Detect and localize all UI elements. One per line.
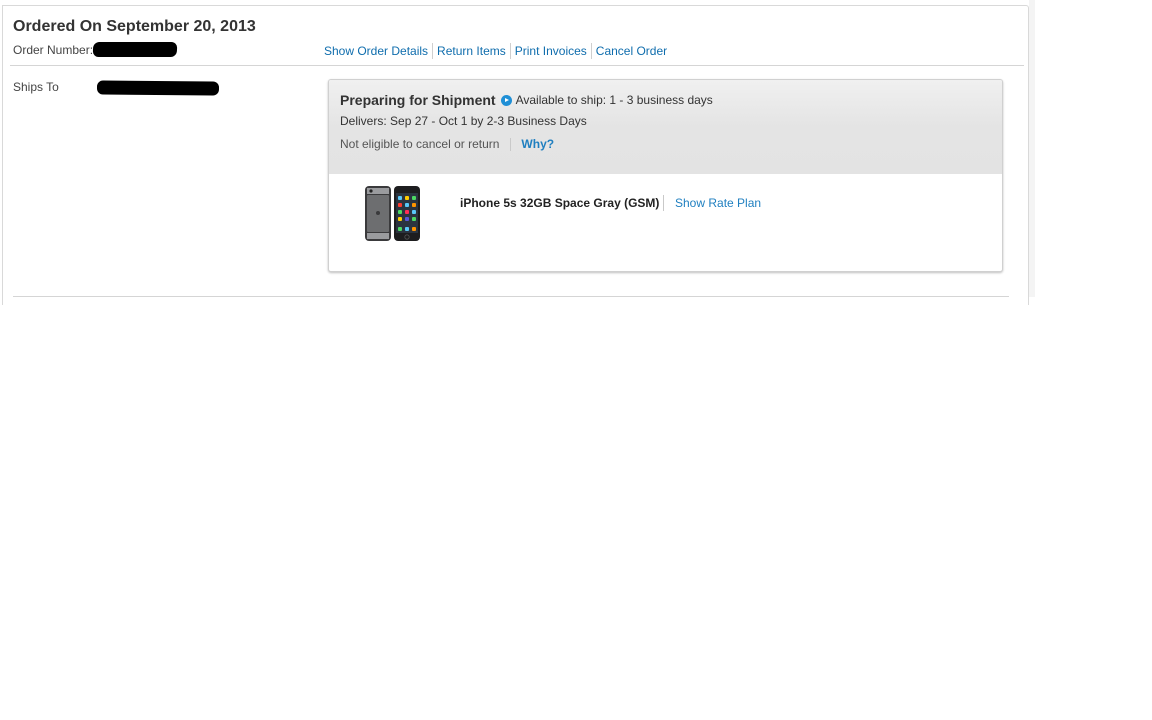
iphone-product-image (365, 186, 420, 241)
play-circle-icon (500, 94, 512, 106)
shipment-status: Preparing for Shipment (340, 92, 496, 108)
product-name: iPhone 5s 32GB Space Gray (GSM) (460, 196, 660, 210)
header-divider (10, 65, 1024, 66)
eligibility-note: Not eligible to cancel or return (340, 137, 500, 151)
redacted-address (96, 80, 220, 96)
ships-to-label: Ships To (13, 80, 59, 94)
availability-text: Available to ship: 1 - 3 business days (515, 93, 713, 107)
show-order-details-link[interactable]: Show Order Details (320, 43, 432, 59)
bottom-divider (13, 296, 1009, 297)
order-actions: Show Order Details Return Items Print In… (320, 43, 671, 59)
shipment-status-line: Preparing for Shipment Available to ship… (340, 92, 713, 108)
show-rate-plan-link[interactable]: Show Rate Plan (675, 196, 761, 210)
cancel-order-link[interactable]: Cancel Order (592, 43, 671, 59)
shipment-box: Preparing for Shipment Available to ship… (328, 79, 1003, 272)
redacted-order-number (92, 42, 178, 57)
page-edge-strip (1029, 0, 1035, 297)
delivery-estimate: Delivers: Sep 27 - Oct 1 by 2-3 Business… (340, 114, 587, 128)
order-title: Ordered On September 20, 2013 (13, 18, 256, 35)
return-items-link[interactable]: Return Items (433, 43, 510, 59)
divider (663, 195, 664, 211)
shipment-header: Preparing for Shipment Available to ship… (329, 80, 1002, 174)
order-number-label: Order Number: (13, 43, 94, 57)
why-link[interactable]: Why? (521, 137, 554, 151)
product-row: iPhone 5s 32GB Space Gray (GSM) Show Rat… (329, 174, 1002, 271)
print-invoices-link[interactable]: Print Invoices (511, 43, 591, 59)
eligibility-line: Not eligible to cancel or return Why? (340, 137, 554, 151)
divider (510, 137, 512, 151)
